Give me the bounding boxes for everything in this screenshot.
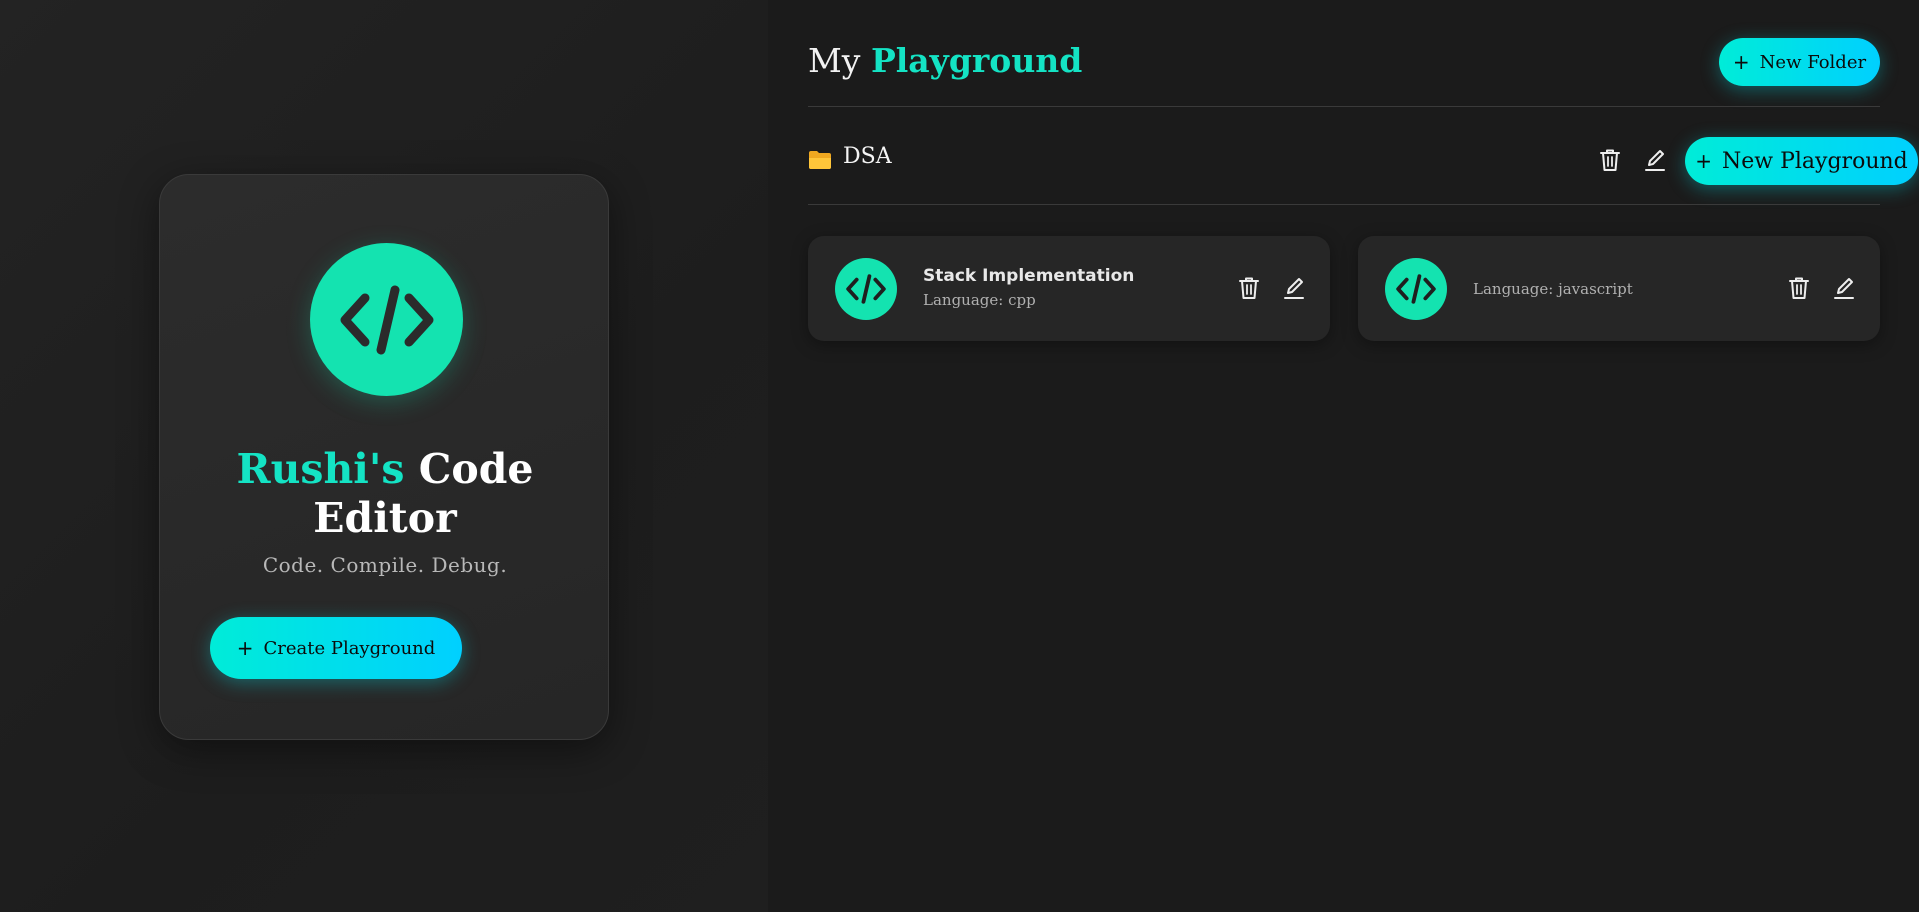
- new-folder-button[interactable]: + New Folder: [1719, 38, 1880, 86]
- hero-title-accent: Rushi's: [236, 445, 405, 493]
- left-panel: Rushi's Code Editor Code. Compile. Debug…: [0, 0, 768, 912]
- new-playground-button[interactable]: + New Playground: [1685, 137, 1918, 185]
- create-playground-button[interactable]: + Create Playground: [210, 617, 462, 679]
- playground-card[interactable]: Language: javascript: [1358, 236, 1880, 341]
- new-playground-label: New Playground: [1722, 148, 1908, 174]
- hero-card: Rushi's Code Editor Code. Compile. Debug…: [159, 174, 609, 740]
- hero-tagline: Code. Compile. Debug.: [262, 553, 508, 577]
- code-brackets-icon: [310, 243, 463, 396]
- folder-divider: [808, 204, 1880, 205]
- playground-card[interactable]: Stack Implementation Language: cpp: [808, 236, 1330, 341]
- hero-title-rest: Code: [418, 445, 534, 493]
- delete-playground-icon[interactable]: [1785, 274, 1813, 302]
- right-panel: My Playground + New Folder DSA + New Pla…: [768, 0, 1919, 912]
- hero-title-line2: Editor: [313, 494, 457, 542]
- page-title: My Playground: [808, 40, 1082, 82]
- page-title-accent: Playground: [870, 41, 1083, 80]
- plus-icon: +: [236, 636, 254, 660]
- hero-title: Rushi's Code Editor: [160, 445, 610, 543]
- edit-playground-icon[interactable]: [1830, 274, 1858, 302]
- plus-icon: +: [1695, 149, 1712, 173]
- playground-name: Stack Implementation: [923, 266, 1135, 286]
- folder-icon: [809, 151, 831, 169]
- edit-playground-icon[interactable]: [1280, 274, 1308, 302]
- header-divider: [808, 106, 1880, 107]
- folder-row: DSA + New Playground: [808, 137, 1918, 185]
- plus-icon: +: [1732, 50, 1750, 74]
- page-title-prefix: My: [808, 41, 861, 80]
- edit-folder-icon[interactable]: [1641, 146, 1669, 174]
- delete-folder-icon[interactable]: [1596, 146, 1624, 174]
- create-playground-label: Create Playground: [263, 637, 436, 659]
- delete-playground-icon[interactable]: [1235, 274, 1263, 302]
- code-brackets-icon: [835, 258, 897, 320]
- new-folder-label: New Folder: [1759, 51, 1867, 73]
- code-brackets-icon: [1385, 258, 1447, 320]
- playground-language: Language: javascript: [1473, 280, 1633, 298]
- folder-name: DSA: [843, 144, 892, 169]
- playground-language: Language: cpp: [923, 291, 1036, 309]
